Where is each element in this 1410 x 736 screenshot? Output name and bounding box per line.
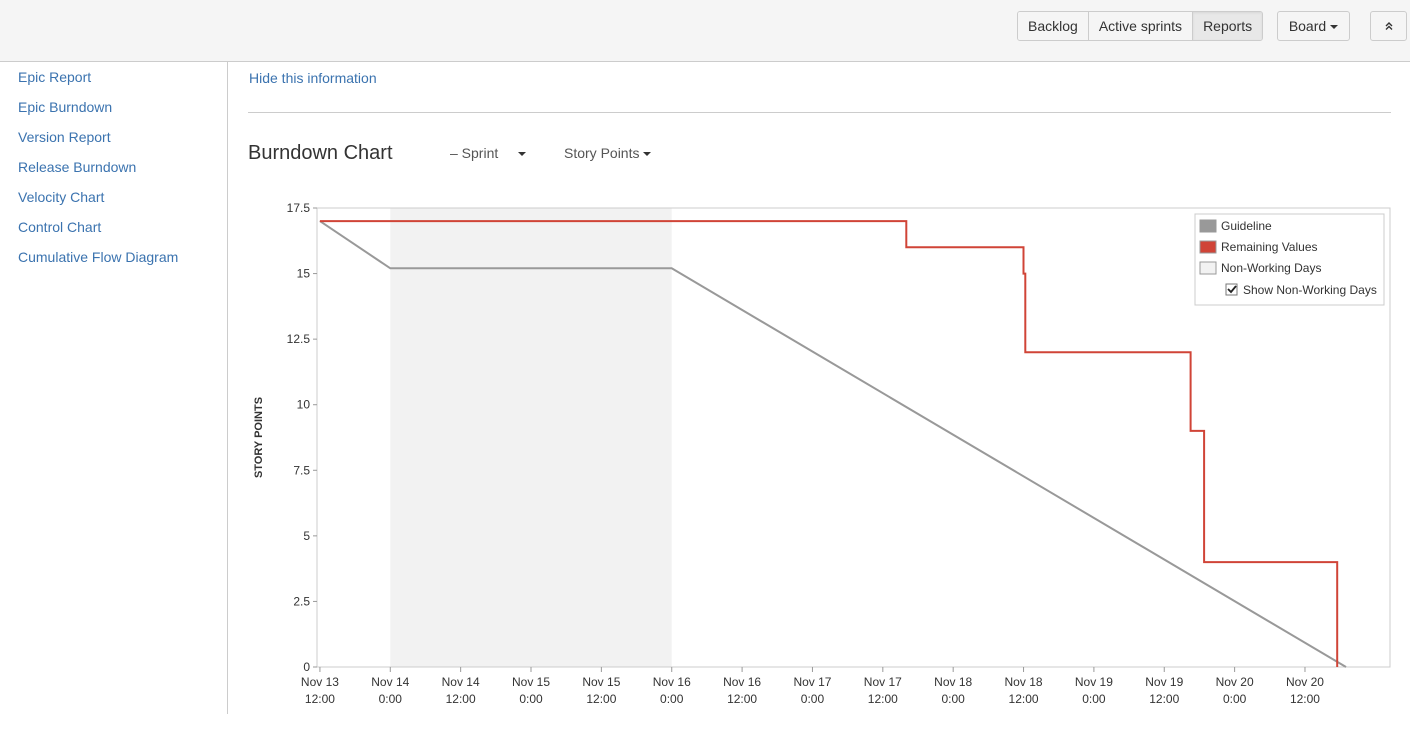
y-tick-label: 0	[303, 660, 310, 674]
sidebar-item-cumulative-flow-diagram[interactable]: Cumulative Flow Diagram	[18, 249, 178, 265]
x-tick-label: 12:00	[586, 692, 616, 706]
x-tick-label: Nov 18	[1005, 675, 1043, 689]
legend-swatch	[1199, 240, 1217, 254]
x-tick-label: Nov 17	[793, 675, 831, 689]
top-toolbar: Backlog Active sprints Reports Board	[0, 0, 1410, 62]
x-tick-label: 0:00	[660, 692, 684, 706]
x-tick-label: Nov 19	[1075, 675, 1113, 689]
reports-sidebar: Epic Report Epic Burndown Version Report…	[0, 62, 228, 714]
sprint-dropdown-label: – Sprint	[450, 145, 499, 161]
x-tick-label: 12:00	[727, 692, 757, 706]
legend-entry-label: Remaining Values	[1221, 240, 1318, 254]
reports-button[interactable]: Reports	[1193, 12, 1263, 40]
y-tick-label: 17.5	[287, 201, 311, 215]
sidebar-item-epic-report[interactable]: Epic Report	[18, 69, 91, 85]
sidebar-item-velocity-chart[interactable]: Velocity Chart	[18, 189, 104, 205]
y-tick-label: 2.5	[293, 594, 310, 608]
y-axis-title: STORY POINTS	[253, 397, 265, 478]
x-tick-label: 0:00	[379, 692, 403, 706]
x-tick-label: 0:00	[801, 692, 825, 706]
sidebar-item-control-chart[interactable]: Control Chart	[18, 219, 101, 235]
x-tick-label: 0:00	[1082, 692, 1106, 706]
x-tick-label: Nov 16	[723, 675, 761, 689]
backlog-button[interactable]: Backlog	[1018, 12, 1089, 40]
x-tick-label: 12:00	[1290, 692, 1320, 706]
chevron-down-icon	[518, 152, 527, 157]
double-chevron-up-icon	[1385, 22, 1392, 30]
chevron-down-icon	[643, 152, 652, 157]
x-tick-label: Nov 15	[512, 675, 550, 689]
show-non-working-days-label: Show Non-Working Days	[1243, 283, 1377, 297]
x-tick-label: Nov 20	[1286, 675, 1324, 689]
x-tick-label: Nov 15	[582, 675, 620, 689]
x-tick-label: 0:00	[941, 692, 965, 706]
x-tick-label: Nov 16	[653, 675, 691, 689]
x-tick-label: 12:00	[1009, 692, 1039, 706]
y-tick-label: 5	[303, 529, 310, 543]
x-tick-label: 0:00	[1223, 692, 1247, 706]
board-dropdown-button[interactable]: Board	[1277, 11, 1350, 41]
report-title: Burndown Chart	[248, 142, 393, 164]
y-tick-label: 7.5	[293, 463, 310, 477]
sprint-dropdown[interactable]: – Sprint	[450, 145, 527, 161]
x-tick-label: 12:00	[305, 692, 335, 706]
x-tick-label: Nov 14	[442, 675, 480, 689]
hide-information-link[interactable]: Hide this information	[249, 70, 377, 86]
estimate-dropdown-label: Story Points	[564, 145, 640, 161]
x-tick-label: Nov 17	[864, 675, 902, 689]
legend-swatch	[1199, 219, 1217, 233]
view-button-group: Backlog Active sprints Reports	[1017, 11, 1264, 41]
x-tick-label: Nov 13	[301, 675, 339, 689]
estimate-dropdown[interactable]: Story Points	[564, 145, 652, 161]
x-tick-label: Nov 14	[371, 675, 409, 689]
x-tick-label: 12:00	[1149, 692, 1179, 706]
sidebar-item-version-report[interactable]: Version Report	[18, 129, 111, 145]
x-tick-label: 12:00	[868, 692, 898, 706]
x-tick-label: 12:00	[446, 692, 476, 706]
x-tick-label: Nov 20	[1216, 675, 1254, 689]
collapse-header-button[interactable]	[1370, 11, 1407, 41]
legend-entry-label: Non-Working Days	[1221, 261, 1321, 275]
divider	[248, 112, 1391, 113]
y-tick-label: 10	[297, 398, 311, 412]
burndown-chart: 0 2.5 5 7.5 10 12.5 15 17.5 Nov 13 12:00 Nov 14 0:0…	[253, 201, 1391, 706]
sidebar-item-epic-burndown[interactable]: Epic Burndown	[18, 99, 112, 115]
board-label: Board	[1288, 18, 1327, 34]
y-tick-label: 12.5	[287, 332, 311, 346]
x-tick-label: Nov 19	[1145, 675, 1183, 689]
x-tick-label: 0:00	[519, 692, 543, 706]
active-sprints-button[interactable]: Active sprints	[1088, 12, 1194, 40]
legend-swatch	[1199, 261, 1217, 275]
y-tick-label: 15	[297, 267, 311, 281]
x-tick-label: Nov 18	[934, 675, 972, 689]
legend-entry-label: Guideline	[1221, 219, 1272, 233]
chevron-down-icon	[1330, 25, 1339, 30]
non-working-band	[390, 208, 672, 667]
sidebar-item-release-burndown[interactable]: Release Burndown	[18, 159, 136, 175]
